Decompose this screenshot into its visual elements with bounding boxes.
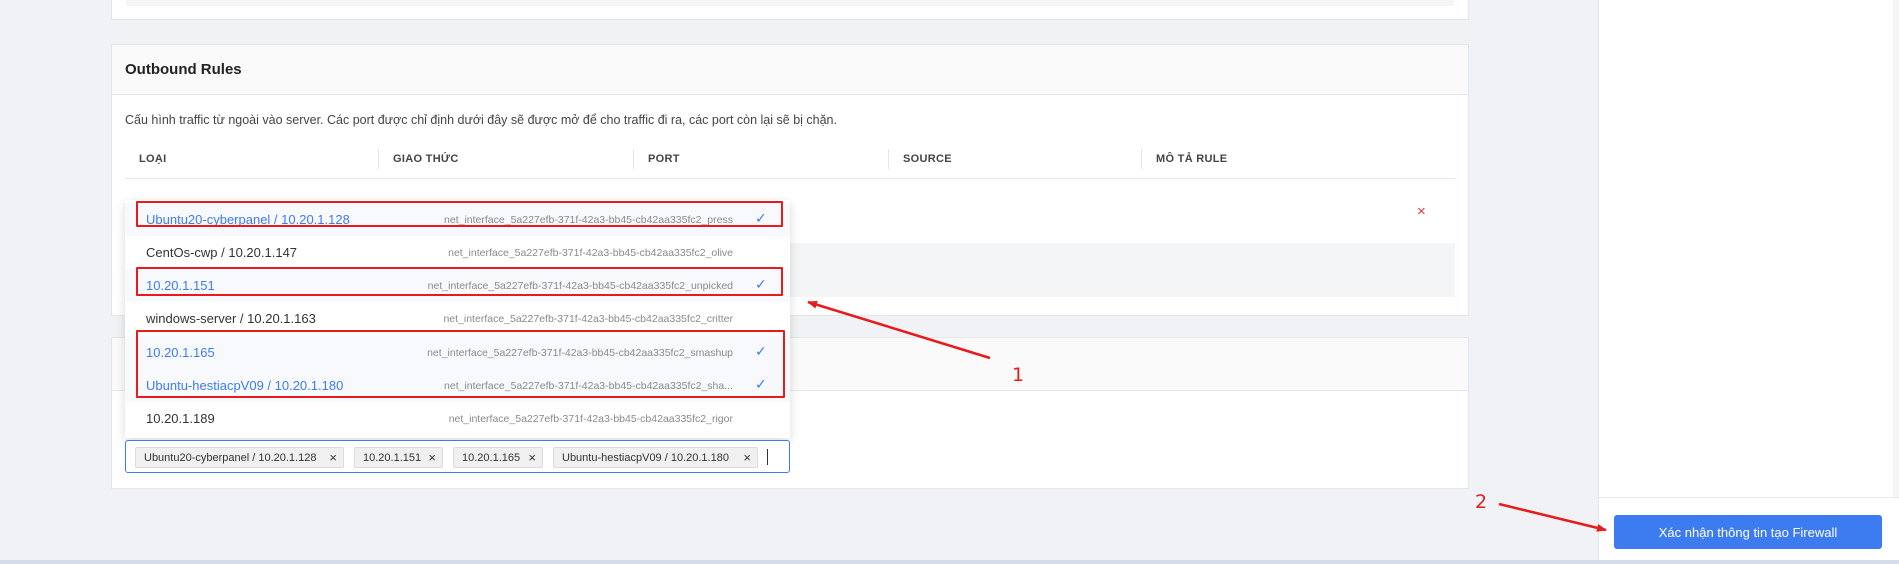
- selected-tag: 10.20.1.151 ×: [354, 447, 443, 468]
- previous-card-row: [126, 0, 1454, 6]
- tag-label: Ubuntu20-cyberpanel / 10.20.1.128: [144, 451, 317, 464]
- scrollbar[interactable]: [1893, 0, 1899, 564]
- remove-rule-icon[interactable]: ×: [1417, 203, 1426, 220]
- option-interface: net_interface_5a227efb-371f-42a3-bb45-cb…: [448, 246, 733, 259]
- outbound-card-header: Outbound Rules: [112, 45, 1468, 95]
- option-interface: net_interface_5a227efb-371f-42a3-bb45-cb…: [444, 213, 733, 226]
- tag-remove-icon[interactable]: ×: [329, 450, 337, 465]
- option-label: Ubuntu20-cyberpanel / 10.20.1.128: [146, 212, 350, 227]
- right-summary-panel: Xác nhận thông tin tạo Firewall: [1598, 0, 1899, 564]
- main-content: Outbound Rules Cấu hình traffic từ ngoài…: [0, 0, 1598, 564]
- server-multiselect-input[interactable]: Ubuntu20-cyberpanel / 10.20.1.128 × 10.2…: [125, 440, 790, 473]
- check-icon: ✓: [755, 210, 767, 226]
- dropdown-option[interactable]: 10.20.1.165 net_interface_5a227efb-371f-…: [125, 336, 790, 369]
- column-header-description: MÔ TẢ RULE: [1141, 149, 1441, 169]
- previous-card: [111, 0, 1469, 20]
- rules-table-header: LOẠI GIAO THỨC PORT SOURCE MÔ TẢ RULE: [125, 139, 1455, 179]
- tag-remove-icon[interactable]: ×: [428, 450, 436, 465]
- option-label: 10.20.1.189: [146, 411, 215, 426]
- column-header-type: LOẠI: [139, 153, 167, 165]
- text-cursor: [767, 449, 768, 465]
- option-label: 10.20.1.151: [146, 278, 215, 293]
- check-icon: ✓: [755, 276, 767, 292]
- check-icon: ✓: [755, 376, 767, 392]
- selected-tag: 10.20.1.165 ×: [453, 447, 543, 468]
- dropdown-option[interactable]: Ubuntu20-cyberpanel / 10.20.1.128 net_in…: [125, 203, 790, 236]
- option-interface: net_interface_5a227efb-371f-42a3-bb45-cb…: [427, 279, 733, 292]
- server-dropdown: Ubuntu20-cyberpanel / 10.20.1.128 net_in…: [125, 200, 790, 438]
- outbound-description: Cấu hình traffic từ ngoài vào server. Cá…: [125, 113, 837, 127]
- right-panel-footer: Xác nhận thông tin tạo Firewall: [1599, 497, 1899, 564]
- tag-label: 10.20.1.151: [363, 451, 422, 464]
- tag-remove-icon[interactable]: ×: [743, 450, 751, 465]
- dropdown-option[interactable]: windows-server / 10.20.1.163 net_interfa…: [125, 302, 790, 335]
- annotation-label-1: 1: [1012, 364, 1025, 386]
- selected-tag: Ubuntu-hestiacpV09 / 10.20.1.180 ×: [553, 447, 758, 468]
- option-interface: net_interface_5a227efb-371f-42a3-bb45-cb…: [427, 346, 733, 359]
- option-label: 10.20.1.165: [146, 345, 215, 360]
- column-header-protocol: GIAO THỨC: [378, 149, 633, 169]
- column-header-port: PORT: [633, 149, 888, 169]
- dropdown-option[interactable]: CentOs-cwp / 10.20.1.147 net_interface_5…: [125, 236, 790, 269]
- outbound-title: Outbound Rules: [125, 61, 242, 78]
- dropdown-option[interactable]: 10.20.1.151 net_interface_5a227efb-371f-…: [125, 269, 790, 302]
- option-label: CentOs-cwp / 10.20.1.147: [146, 245, 298, 260]
- option-interface: net_interface_5a227efb-371f-42a3-bb45-cb…: [443, 312, 733, 325]
- tag-label: Ubuntu-hestiacpV09 / 10.20.1.180: [562, 451, 729, 464]
- bottom-border: [0, 560, 1899, 564]
- option-label: windows-server / 10.20.1.163: [146, 311, 316, 326]
- dropdown-option[interactable]: Ubuntu-hestiacpV09 / 10.20.1.180 net_int…: [125, 369, 790, 402]
- option-interface: net_interface_5a227efb-371f-42a3-bb45-cb…: [444, 379, 733, 392]
- tag-label: 10.20.1.165: [462, 451, 521, 464]
- tag-remove-icon[interactable]: ×: [528, 450, 536, 465]
- selected-tag: Ubuntu20-cyberpanel / 10.20.1.128 ×: [135, 447, 344, 468]
- confirm-create-firewall-button[interactable]: Xác nhận thông tin tạo Firewall: [1614, 515, 1882, 549]
- annotation-label-2: 2: [1475, 491, 1488, 513]
- dropdown-option[interactable]: 10.20.1.189 net_interface_5a227efb-371f-…: [125, 402, 790, 435]
- option-label: Ubuntu-hestiacpV09 / 10.20.1.180: [146, 378, 344, 393]
- column-header-source: SOURCE: [888, 149, 1141, 169]
- check-icon: ✓: [755, 343, 767, 359]
- option-interface: net_interface_5a227efb-371f-42a3-bb45-cb…: [448, 412, 733, 425]
